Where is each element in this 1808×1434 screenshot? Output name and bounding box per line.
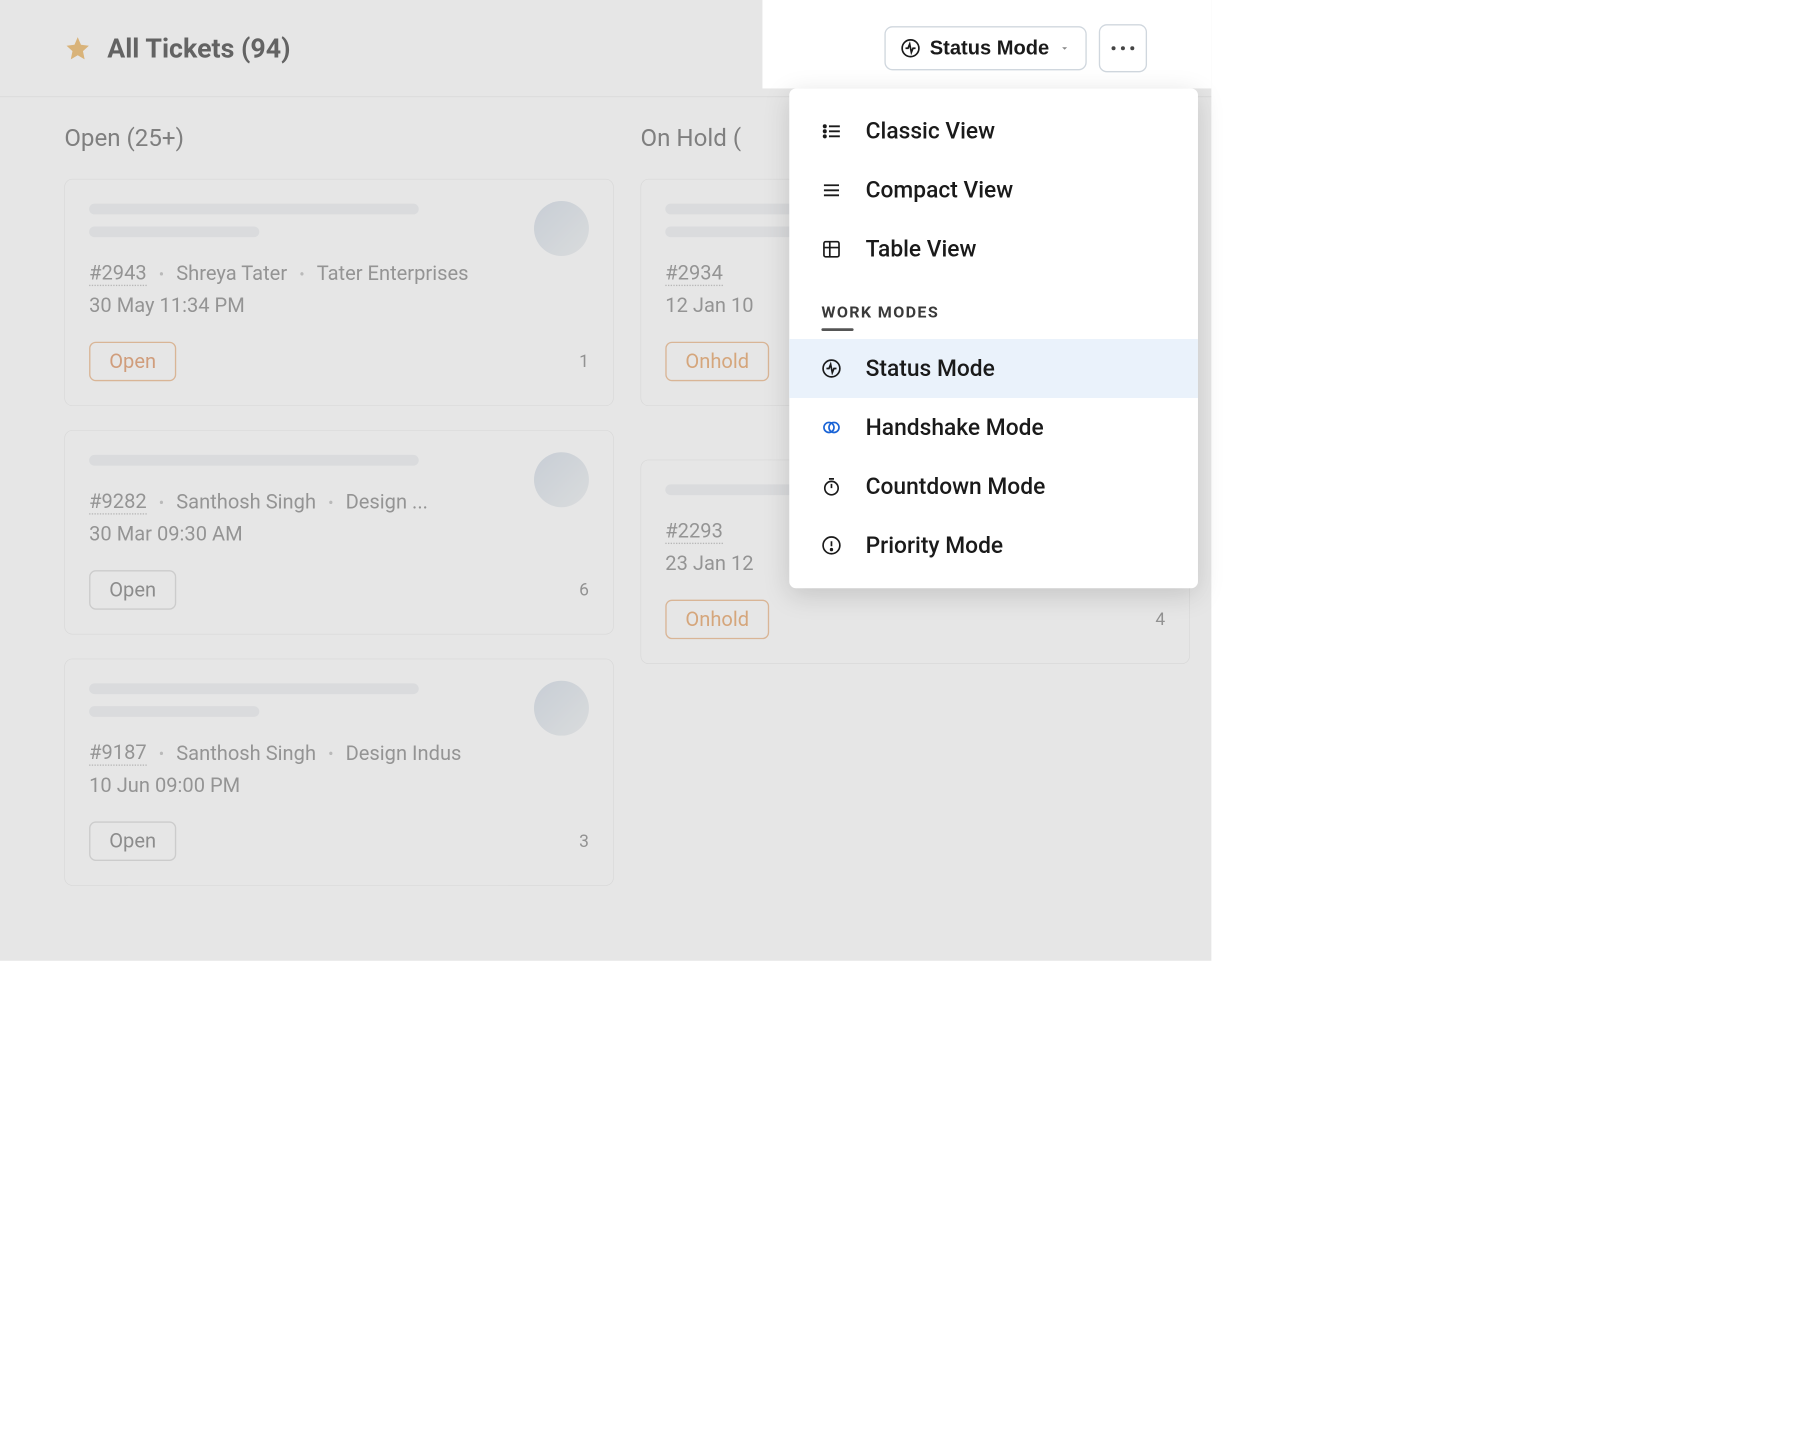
ticket-time: 30 May 11:34 PM	[89, 294, 589, 317]
skeleton-line	[89, 683, 419, 694]
reply-count: 6	[579, 580, 589, 600]
status-mode-label: Status Mode	[930, 37, 1050, 60]
menu-item-label: Compact View	[866, 177, 1013, 204]
skeleton-line	[89, 706, 259, 717]
column-open: Open (25+) #2943 • Shreya Tater • Tater …	[64, 124, 613, 910]
timer-icon	[821, 476, 841, 496]
skeleton-line	[89, 204, 419, 215]
ticket-card[interactable]: #2943 • Shreya Tater • Tater Enterprises…	[64, 179, 613, 406]
list-icon	[821, 121, 841, 141]
menu-item-classic-view[interactable]: Classic View	[789, 102, 1198, 161]
view-mode-dropdown: Classic View Compact View Table View WOR…	[789, 88, 1198, 588]
section-underline	[821, 328, 853, 331]
ticket-id[interactable]: #9187	[89, 741, 147, 766]
status-badge[interactable]: Open	[89, 570, 176, 610]
handshake-icon	[821, 417, 841, 437]
avatar	[534, 201, 589, 256]
ticket-company: Tater Enterprises	[317, 262, 469, 285]
ticket-company: Design ...	[346, 490, 428, 513]
reply-count: 4	[1155, 609, 1165, 629]
status-mode-button[interactable]: Status Mode	[884, 26, 1087, 70]
skeleton-line	[89, 226, 259, 237]
menu-item-label: Status Mode	[866, 355, 995, 382]
menu-item-countdown-mode[interactable]: Countdown Mode	[789, 457, 1198, 516]
ticket-time: 30 Mar 09:30 AM	[89, 523, 589, 546]
ticket-company: Design Indus	[346, 742, 462, 765]
caret-down-icon	[1059, 42, 1071, 54]
star-icon	[64, 35, 91, 62]
menu-item-status-mode[interactable]: Status Mode	[789, 339, 1198, 398]
menu-item-label: Classic View	[866, 118, 995, 145]
ticket-time: 10 Jun 09:00 PM	[89, 774, 589, 797]
avatar	[534, 452, 589, 507]
ticket-card[interactable]: #9282 • Santhosh Singh • Design ... 30 M…	[64, 430, 613, 634]
menu-icon	[821, 180, 841, 200]
dropdown-section-header: WORK MODES	[789, 279, 1198, 339]
menu-item-compact-view[interactable]: Compact View	[789, 161, 1198, 220]
skeleton-line	[89, 455, 419, 466]
ticket-id[interactable]: #9282	[89, 490, 147, 515]
pulse-icon	[821, 358, 841, 378]
column-header: Open (25+)	[64, 124, 613, 152]
menu-item-label: Priority Mode	[866, 532, 1003, 559]
menu-item-handshake-mode[interactable]: Handshake Mode	[789, 398, 1198, 457]
table-icon	[821, 239, 841, 259]
ticket-name: Santhosh Singh	[176, 742, 316, 765]
ticket-name: Santhosh Singh	[176, 490, 316, 513]
menu-item-label: Countdown Mode	[866, 473, 1046, 500]
ticket-name: Shreya Tater	[176, 262, 287, 285]
avatar	[534, 681, 589, 736]
ticket-id[interactable]: #2293	[665, 519, 723, 544]
menu-item-table-view[interactable]: Table View	[789, 220, 1198, 279]
ticket-id[interactable]: #2943	[89, 261, 147, 286]
status-badge[interactable]: Onhold	[665, 342, 769, 382]
menu-item-label: Handshake Mode	[866, 414, 1044, 441]
ticket-id[interactable]: #2934	[665, 261, 723, 286]
status-badge[interactable]: Onhold	[665, 600, 769, 640]
reply-count: 3	[579, 831, 589, 851]
ticket-card[interactable]: #9187 • Santhosh Singh • Design Indus 10…	[64, 659, 613, 886]
section-label: WORK MODES	[821, 303, 1165, 322]
page-title: All Tickets (94)	[107, 32, 290, 63]
reply-count: 1	[579, 351, 589, 371]
pulse-icon	[900, 38, 920, 58]
menu-item-priority-mode[interactable]: Priority Mode	[789, 516, 1198, 575]
status-badge[interactable]: Open	[89, 342, 176, 382]
more-horizontal-icon	[1111, 46, 1135, 51]
alert-icon	[821, 535, 841, 555]
menu-item-label: Table View	[866, 236, 977, 263]
status-badge[interactable]: Open	[89, 821, 176, 861]
more-menu-button[interactable]	[1099, 24, 1147, 72]
